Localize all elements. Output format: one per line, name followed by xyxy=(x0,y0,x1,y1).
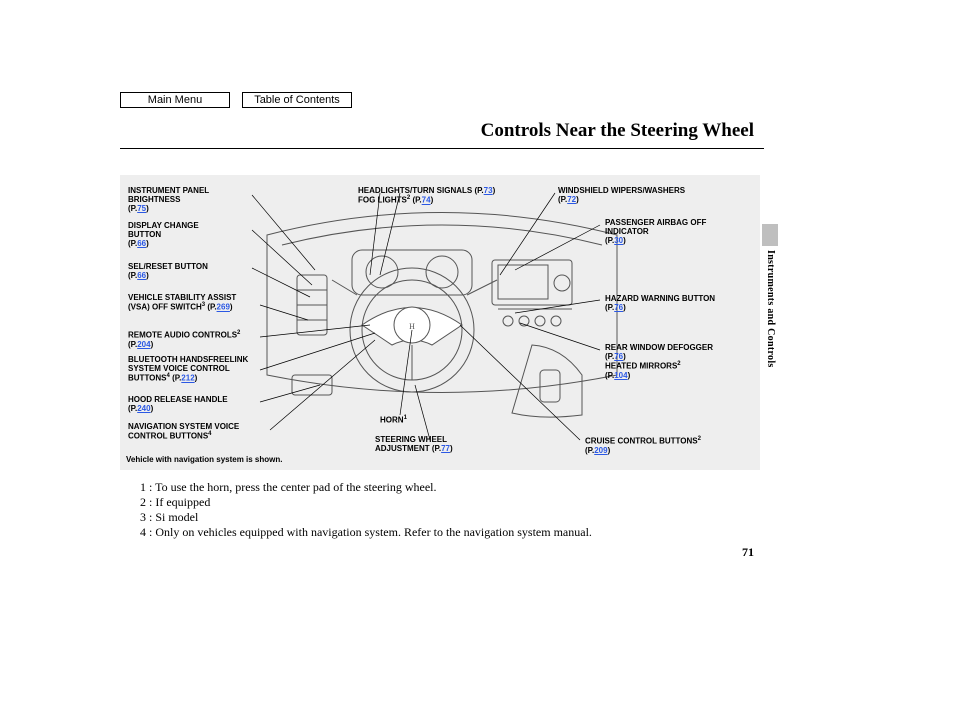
page-link[interactable]: 66 xyxy=(137,271,146,280)
page-link[interactable]: 76 xyxy=(614,352,623,361)
page-link[interactable]: 76 xyxy=(614,303,623,312)
label: WINDSHIELD WIPERS/WASHERS xyxy=(558,186,685,195)
footnote-1: 1 : To use the horn, press the center pa… xyxy=(140,480,592,495)
label: DISPLAY CHANGEBUTTON xyxy=(128,221,199,239)
footnote-2: 2 : If equipped xyxy=(140,495,592,510)
callout-bluetooth: BLUETOOTH HANDSFREELINKSYSTEM VOICE CONT… xyxy=(128,355,248,383)
callout-airbag-off: PASSENGER AIRBAG OFFINDICATOR (P.30) xyxy=(605,218,706,246)
callout-defogger: REAR WINDOW DEFOGGER (P.76) HEATED MIRRO… xyxy=(605,343,713,380)
label: HEADLIGHTS/TURN SIGNALS xyxy=(358,186,472,195)
label: PASSENGER AIRBAG OFFINDICATOR xyxy=(605,218,706,236)
callout-instrument-panel-brightness: INSTRUMENT PANELBRIGHTNESS (P.75) xyxy=(128,186,209,214)
page-link[interactable]: 269 xyxy=(217,303,230,312)
page-link[interactable]: 72 xyxy=(567,195,576,204)
label: REAR WINDOW DEFOGGER xyxy=(605,343,713,352)
page-link[interactable]: 30 xyxy=(614,236,623,245)
label: HOOD RELEASE HANDLE xyxy=(128,395,228,404)
title-rule xyxy=(120,148,764,149)
diagram-panel: H I xyxy=(120,175,760,470)
callout-horn: HORN1 xyxy=(380,415,407,425)
callout-sel-reset: SEL/RESET BUTTON (P.66) xyxy=(128,262,208,280)
footnote-4: 4 : Only on vehicles equipped with navig… xyxy=(140,525,592,540)
label: HAZARD WARNING BUTTON xyxy=(605,294,715,303)
toc-button[interactable]: Table of Contents xyxy=(242,92,352,108)
callout-remote-audio: REMOTE AUDIO CONTROLS2 (P.204) xyxy=(128,330,240,349)
footnote-3: 3 : Si model xyxy=(140,510,592,525)
page-link[interactable]: 73 xyxy=(484,186,493,195)
label: REMOTE AUDIO CONTROLS xyxy=(128,331,237,340)
callout-cruise: CRUISE CONTROL BUTTONS2 (P.209) xyxy=(585,436,701,455)
page-title: Controls Near the Steering Wheel xyxy=(481,120,754,142)
label: NAVIGATION SYSTEM VOICECONTROL BUTTONS xyxy=(128,422,239,441)
label: STEERING WHEELADJUSTMENT xyxy=(375,435,447,453)
page-link[interactable]: 240 xyxy=(137,404,150,413)
label: HEATED MIRRORS xyxy=(605,362,677,371)
section-tab xyxy=(762,224,778,246)
callout-steering-adjust: STEERING WHEELADJUSTMENT (P.77) xyxy=(375,435,453,453)
page-link[interactable]: 77 xyxy=(441,444,450,453)
section-label: Instruments and Controls xyxy=(765,250,776,368)
callout-wipers: WINDSHIELD WIPERS/WASHERS (P.72) xyxy=(558,186,685,204)
top-nav: Main Menu Table of Contents xyxy=(120,92,352,108)
label: INSTRUMENT PANELBRIGHTNESS xyxy=(128,186,209,204)
label: CRUISE CONTROL BUTTONS xyxy=(585,437,698,446)
page-link[interactable]: 204 xyxy=(137,340,150,349)
page-link[interactable]: 75 xyxy=(137,204,146,213)
page-link[interactable]: 74 xyxy=(422,196,431,205)
label: FOG LIGHTS xyxy=(358,196,407,205)
callout-hood-release: HOOD RELEASE HANDLE (P.240) xyxy=(128,395,228,413)
callout-vsa: VEHICLE STABILITY ASSIST(VSA) OFF SWITCH… xyxy=(128,293,236,312)
label: SEL/RESET BUTTON xyxy=(128,262,208,271)
callout-hazard: HAZARD WARNING BUTTON (P.76) xyxy=(605,294,715,312)
main-menu-button[interactable]: Main Menu xyxy=(120,92,230,108)
page-link[interactable]: 212 xyxy=(181,374,194,383)
page-link[interactable]: 104 xyxy=(614,371,627,380)
page-link[interactable]: 66 xyxy=(137,239,146,248)
footnotes: 1 : To use the horn, press the center pa… xyxy=(140,480,592,540)
callout-display-change: DISPLAY CHANGEBUTTON (P.66) xyxy=(128,221,199,249)
callout-nav-voice: NAVIGATION SYSTEM VOICECONTROL BUTTONS4 xyxy=(128,422,239,441)
page-number: 71 xyxy=(742,545,754,560)
callout-headlights: HEADLIGHTS/TURN SIGNALS (P.73) FOG LIGHT… xyxy=(358,186,495,205)
page-link[interactable]: 209 xyxy=(594,446,607,455)
label: HORN xyxy=(380,416,404,425)
diagram-caption: Vehicle with navigation system is shown. xyxy=(126,455,736,464)
